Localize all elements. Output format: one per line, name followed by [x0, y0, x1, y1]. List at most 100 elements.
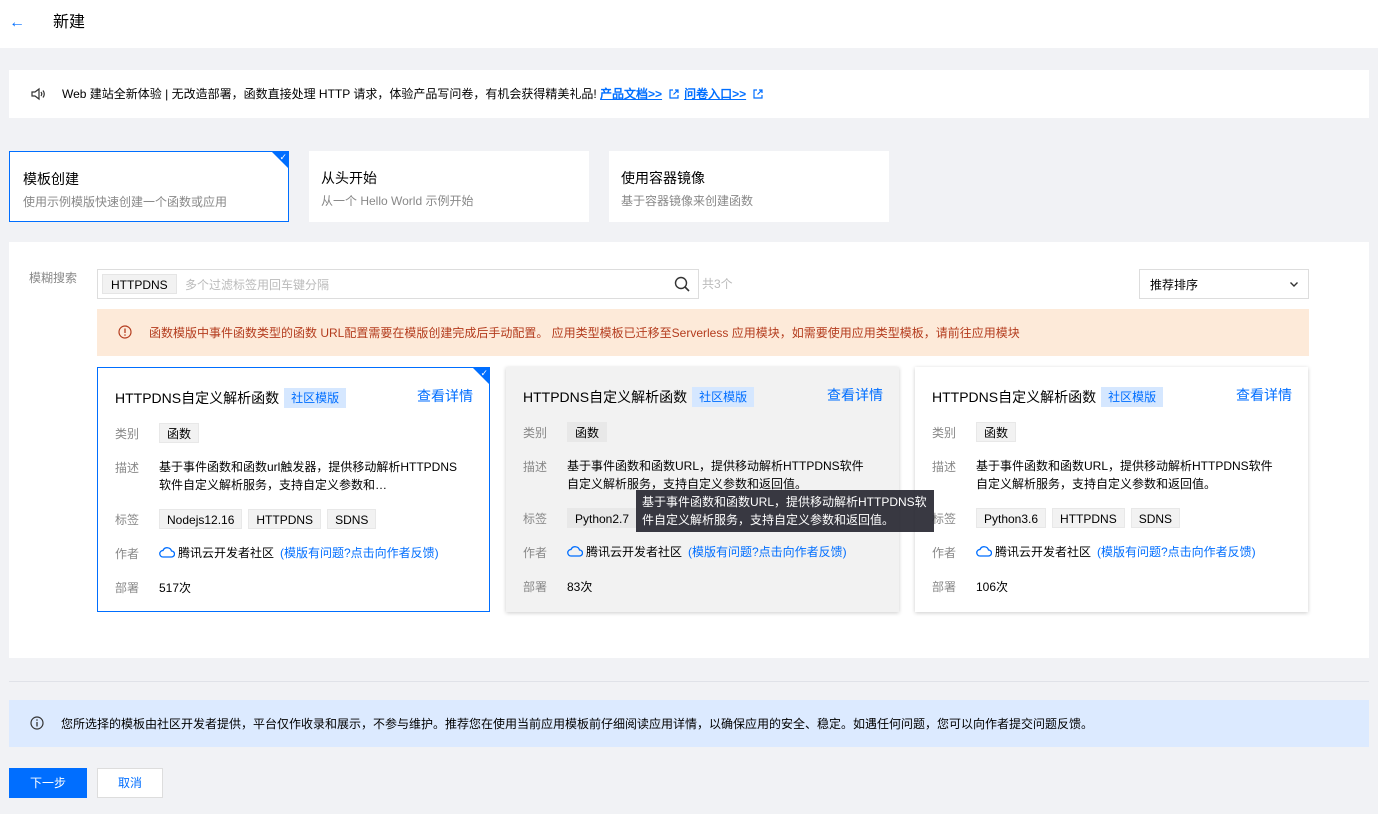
announcement-banner: Web 建站全新体验 | 无改造部署，函数直接处理 HTTP 请求，体验产品写问… — [9, 70, 1369, 118]
author-name: 腾讯云开发者社区 — [995, 545, 1092, 559]
feedback-link[interactable]: (模版有问题?点击向作者反馈) — [1097, 545, 1256, 559]
announcement-message: Web 建站全新体验 | 无改造部署，函数直接处理 HTTP 请求，体验产品写问… — [62, 87, 597, 101]
tags-label: 标签 — [932, 512, 957, 526]
desc-label: 描述 — [932, 460, 957, 474]
author-value: 腾讯云开发者社区 (模版有问题?点击向作者反馈) — [976, 543, 1256, 561]
author-label: 作者 — [523, 546, 548, 560]
desc-label: 描述 — [523, 460, 548, 474]
deploy-count: 517次 — [159, 581, 192, 595]
deploy-label: 部署 — [115, 581, 140, 595]
info-alert: 您所选择的模板由社区开发者提供，平台仅作收录和展示，不参与维护。推荐您在使用当前… — [9, 700, 1369, 747]
tag-chip: Nodejs12.16 — [159, 509, 243, 529]
mode-desc: 从一个 Hello World 示例开始 — [321, 194, 474, 208]
result-count: 共3个 — [702, 277, 733, 291]
author-label: 作者 — [115, 547, 140, 561]
info-text: 您所选择的模板由社区开发者提供，平台仅作收录和展示，不参与维护。推荐您在使用当前… — [61, 717, 1094, 731]
external-link-icon — [753, 89, 763, 99]
deploy-count: 106次 — [976, 580, 1009, 594]
mode-template-create[interactable]: 模板创建 使用示例模版快速创建一个函数或应用 ✓ — [9, 151, 289, 222]
mode-title: 使用容器镜像 — [621, 170, 705, 186]
chevron-down-icon — [1290, 282, 1298, 287]
cancel-button[interactable]: 取消 — [97, 768, 163, 798]
product-docs-link[interactable]: 产品文档>> — [600, 87, 662, 101]
template-card[interactable]: HTTPDNS自定义解析函数 社区模版 查看详情 类别 函数 描述 基于事件函数和… — [97, 367, 490, 612]
category-chip: 函数 — [567, 422, 608, 442]
card-title-text: HTTPDNS自定义解析函数 — [115, 390, 280, 406]
card-title: HTTPDNS自定义解析函数 社区模版 — [523, 387, 755, 407]
category-label: 类别 — [523, 426, 548, 440]
author-value: 腾讯云开发者社区 (模版有问题?点击向作者反馈) — [159, 544, 439, 562]
mode-desc: 使用示例模版快速创建一个函数或应用 — [23, 195, 228, 209]
tag-list: Nodejs12.16 HTTPDNS SDNS — [159, 509, 382, 529]
author-value: 腾讯云开发者社区 (模版有问题?点击向作者反馈) — [567, 543, 847, 561]
category-chip: 函数 — [159, 423, 200, 443]
tag-chip: HTTPDNS — [1052, 508, 1125, 528]
sort-select[interactable]: 推荐排序 — [1139, 269, 1309, 299]
next-step-button[interactable]: 下一步 — [9, 768, 87, 798]
category-value: 函数 — [567, 422, 613, 442]
template-card[interactable]: HTTPDNS自定义解析函数 社区模版 查看详情 类别 函数 描述 基于事件函数和… — [915, 367, 1308, 612]
template-panel: 模糊搜索 HTTPDNS 多个过滤标签用回车键分隔 共3个 推荐排序 函数模版中… — [9, 242, 1369, 658]
feedback-link[interactable]: (模版有问题?点击向作者反馈) — [280, 546, 439, 560]
tag-chip: HTTPDNS — [248, 509, 322, 529]
category-label: 类别 — [932, 426, 957, 440]
mode-desc: 基于容器镜像来创建函数 — [621, 194, 754, 208]
tag-list: Python3.6 HTTPDNS SDNS — [976, 508, 1186, 528]
cloud-icon — [976, 546, 992, 557]
deploy-label: 部署 — [932, 580, 957, 594]
tags-label: 标签 — [523, 512, 548, 526]
speaker-icon — [31, 87, 45, 101]
announcement-text: Web 建站全新体验 | 无改造部署，函数直接处理 HTTP 请求，体验产品写问… — [62, 87, 768, 101]
mode-from-scratch[interactable]: 从头开始 从一个 Hello World 示例开始 — [309, 151, 589, 222]
desc-label: 描述 — [115, 461, 140, 475]
category-chip: 函数 — [976, 422, 1017, 442]
divider — [9, 681, 1369, 682]
cloud-icon — [159, 547, 175, 558]
filter-chip[interactable]: HTTPDNS — [102, 274, 177, 294]
author-label: 作者 — [932, 546, 957, 560]
card-title-text: HTTPDNS自定义解析函数 — [932, 389, 1097, 405]
search-input[interactable]: HTTPDNS 多个过滤标签用回车键分隔 — [97, 269, 699, 299]
search-icon[interactable] — [674, 276, 690, 292]
community-badge: 社区模版 — [284, 388, 347, 408]
warning-icon — [118, 325, 132, 339]
author-name: 腾讯云开发者社区 — [586, 545, 683, 559]
view-details-link[interactable]: 查看详情 — [827, 387, 883, 403]
mode-container-image[interactable]: 使用容器镜像 基于容器镜像来创建函数 — [609, 151, 889, 222]
tag-chip: SDNS — [327, 509, 377, 529]
tag-chip: SDNS — [1130, 508, 1181, 528]
category-label: 类别 — [115, 427, 140, 441]
view-details-link[interactable]: 查看详情 — [417, 388, 473, 404]
category-value: 函数 — [159, 423, 205, 443]
info-icon — [30, 716, 44, 730]
card-title: HTTPDNS自定义解析函数 社区模版 — [932, 387, 1164, 407]
cloud-icon — [567, 546, 583, 557]
card-description: 基于事件函数和函数URL，提供移动解析HTTPDNS软件自定义解析服务，支持自定… — [567, 459, 864, 491]
mode-title: 从头开始 — [321, 170, 377, 186]
feedback-link[interactable]: (模版有问题?点击向作者反馈) — [688, 545, 847, 559]
mode-title: 模板创建 — [23, 171, 79, 187]
check-icon: ✓ — [480, 368, 488, 378]
search-placeholder: 多个过滤标签用回车键分隔 — [185, 278, 330, 292]
deploy-label: 部署 — [523, 580, 548, 594]
author-name: 腾讯云开发者社区 — [178, 546, 275, 560]
external-link-icon — [669, 89, 679, 99]
search-label: 模糊搜索 — [29, 271, 78, 285]
description-tooltip: 基于事件函数和函数URL，提供移动解析HTTPDNS软件自定义解析服务，支持自定… — [636, 490, 934, 532]
sort-value: 推荐排序 — [1150, 278, 1199, 292]
tag-list: Python2.7 — [567, 508, 643, 528]
card-title: HTTPDNS自定义解析函数 社区模版 — [115, 388, 347, 408]
category-value: 函数 — [976, 422, 1022, 442]
warning-alert: 函数模版中事件函数类型的函数 URL配置需要在模版创建完成后手动配置。 应用类型… — [97, 309, 1309, 356]
card-title-text: HTTPDNS自定义解析函数 — [523, 389, 688, 405]
card-description: 基于事件函数和函数url触发器，提供移动解析HTTPDNS软件自定义解析服务，支… — [159, 460, 458, 492]
warning-text: 函数模版中事件函数类型的函数 URL配置需要在模版创建完成后手动配置。 应用类型… — [149, 326, 1020, 340]
check-icon: ✓ — [279, 152, 287, 162]
tag-chip: Python2.7 — [567, 508, 638, 528]
top-bar: ← 新建 — [0, 0, 1378, 48]
back-arrow-icon[interactable]: ← — [9, 13, 25, 33]
survey-link[interactable]: 问卷入口>> — [684, 87, 746, 101]
tags-label: 标签 — [115, 513, 140, 527]
view-details-link[interactable]: 查看详情 — [1236, 387, 1292, 403]
page-title: 新建 — [53, 14, 86, 31]
